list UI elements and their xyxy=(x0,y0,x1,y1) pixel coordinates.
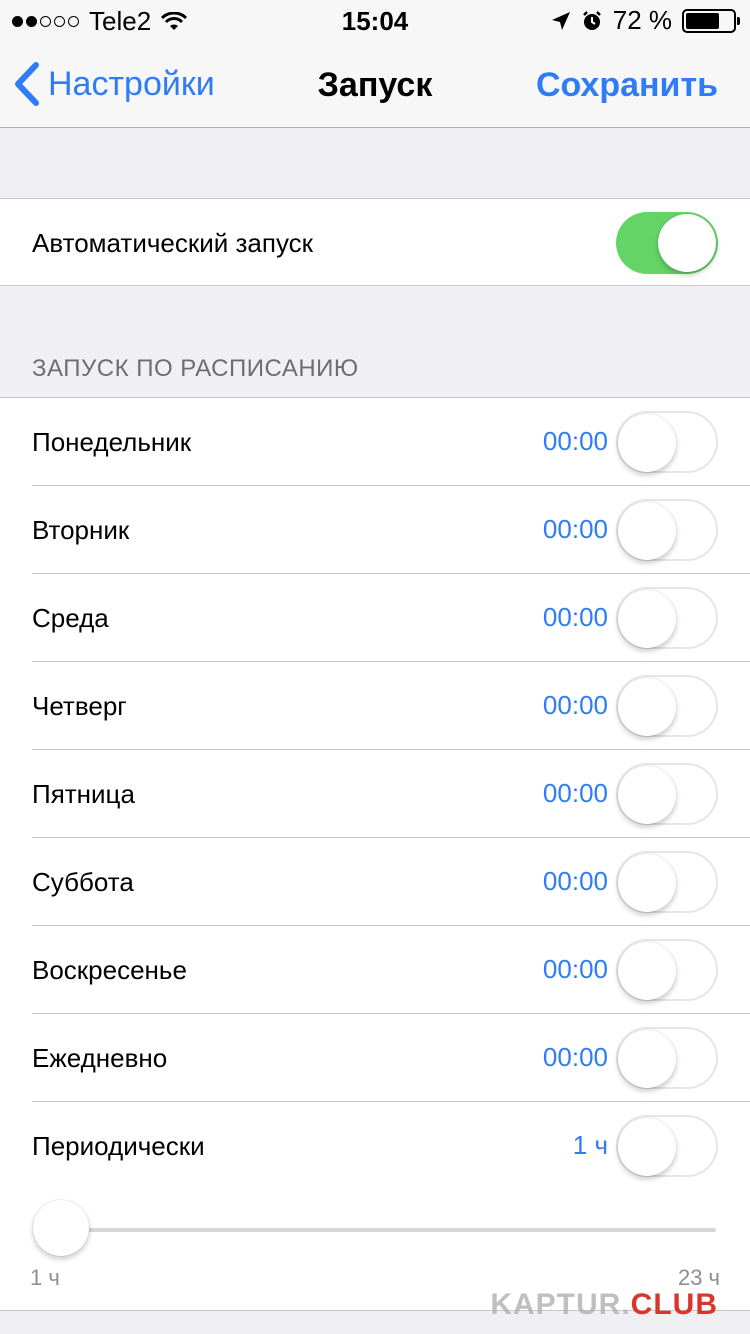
row-label: Суббота xyxy=(32,866,134,897)
battery-icon xyxy=(682,8,740,33)
schedule-switch[interactable] xyxy=(616,763,718,825)
status-right: 72 % xyxy=(551,5,740,36)
row-label: Воскресенье xyxy=(32,954,187,985)
battery-percent: 72 % xyxy=(612,5,672,35)
schedule-switch[interactable] xyxy=(616,675,718,737)
schedule-row-thursday: Четверг 00:00 xyxy=(0,662,750,750)
time-value[interactable]: 00:00 xyxy=(543,954,608,985)
schedule-switch[interactable] xyxy=(616,411,718,473)
time-value[interactable]: 00:00 xyxy=(543,426,608,457)
row-label: Понедельник xyxy=(32,426,192,457)
row-label: Периодически xyxy=(32,1130,205,1161)
switch-knob xyxy=(618,942,676,1000)
row-label: Ежедневно xyxy=(32,1042,168,1073)
schedule-row-friday: Пятница 00:00 xyxy=(0,750,750,838)
interval-slider-track[interactable] xyxy=(60,1228,716,1232)
watermark-logo: KAPTUR.CLUB xyxy=(490,1288,718,1321)
switch-knob xyxy=(618,678,676,736)
time-value[interactable]: 00:00 xyxy=(543,778,608,809)
location-arrow-icon xyxy=(551,11,570,30)
switch-knob xyxy=(618,1118,676,1176)
schedule-switch[interactable] xyxy=(616,499,718,561)
schedule-row-monday: Понедельник 00:00 xyxy=(0,398,750,486)
schedule-row-tuesday: Вторник 00:00 xyxy=(0,486,750,574)
switch-knob xyxy=(618,502,676,560)
schedule-switch[interactable] xyxy=(616,587,718,649)
switch-knob xyxy=(618,414,676,472)
alarm-icon xyxy=(582,10,601,30)
row-label: Вторник xyxy=(32,514,130,545)
interval-value[interactable]: 1 ч xyxy=(573,1130,608,1161)
status-bar: Tele2 15:04 72 % xyxy=(0,0,750,40)
auto-launch-row: Автоматический запуск xyxy=(0,199,750,287)
schedule-row-wednesday: Среда 00:00 xyxy=(0,574,750,662)
time-value[interactable]: 00:00 xyxy=(543,1042,608,1073)
schedule-switch[interactable] xyxy=(616,939,718,1001)
slider-min-label: 1 ч xyxy=(30,1265,60,1290)
schedule-group: Понедельник 00:00 Вторник 00:00 Среда 00… xyxy=(0,397,750,1311)
row-label: Четверг xyxy=(32,690,127,721)
time-value[interactable]: 00:00 xyxy=(543,690,608,721)
schedule-switch[interactable] xyxy=(616,1115,718,1177)
switch-knob xyxy=(618,1030,676,1088)
switch-knob xyxy=(618,854,676,912)
auto-launch-label: Автоматический запуск xyxy=(32,227,314,258)
save-button[interactable]: Сохранить xyxy=(536,66,718,105)
schedule-switch[interactable] xyxy=(616,1027,718,1089)
schedule-row-saturday: Суббота 00:00 xyxy=(0,838,750,926)
time-value[interactable]: 00:00 xyxy=(543,866,608,897)
auto-launch-switch[interactable] xyxy=(616,212,718,274)
interval-slider-thumb[interactable] xyxy=(33,1200,89,1256)
schedule-row-sunday: Воскресенье 00:00 xyxy=(0,926,750,1014)
schedule-row-periodic: Периодически 1 ч xyxy=(0,1102,750,1190)
row-label: Среда xyxy=(32,602,109,633)
schedule-switch[interactable] xyxy=(616,851,718,913)
auto-launch-group: Автоматический запуск xyxy=(0,198,750,286)
nav-bar: Настройки Запуск Сохранить xyxy=(0,40,750,128)
switch-knob xyxy=(658,214,716,272)
schedule-row-daily: Ежедневно 00:00 xyxy=(0,1014,750,1102)
switch-knob xyxy=(618,766,676,824)
time-value[interactable]: 00:00 xyxy=(543,514,608,545)
row-label: Пятница xyxy=(32,778,135,809)
time-value[interactable]: 00:00 xyxy=(543,602,608,633)
schedule-section-header: ЗАПУСК ПО РАСПИСАНИЮ xyxy=(32,355,359,382)
switch-knob xyxy=(618,590,676,648)
